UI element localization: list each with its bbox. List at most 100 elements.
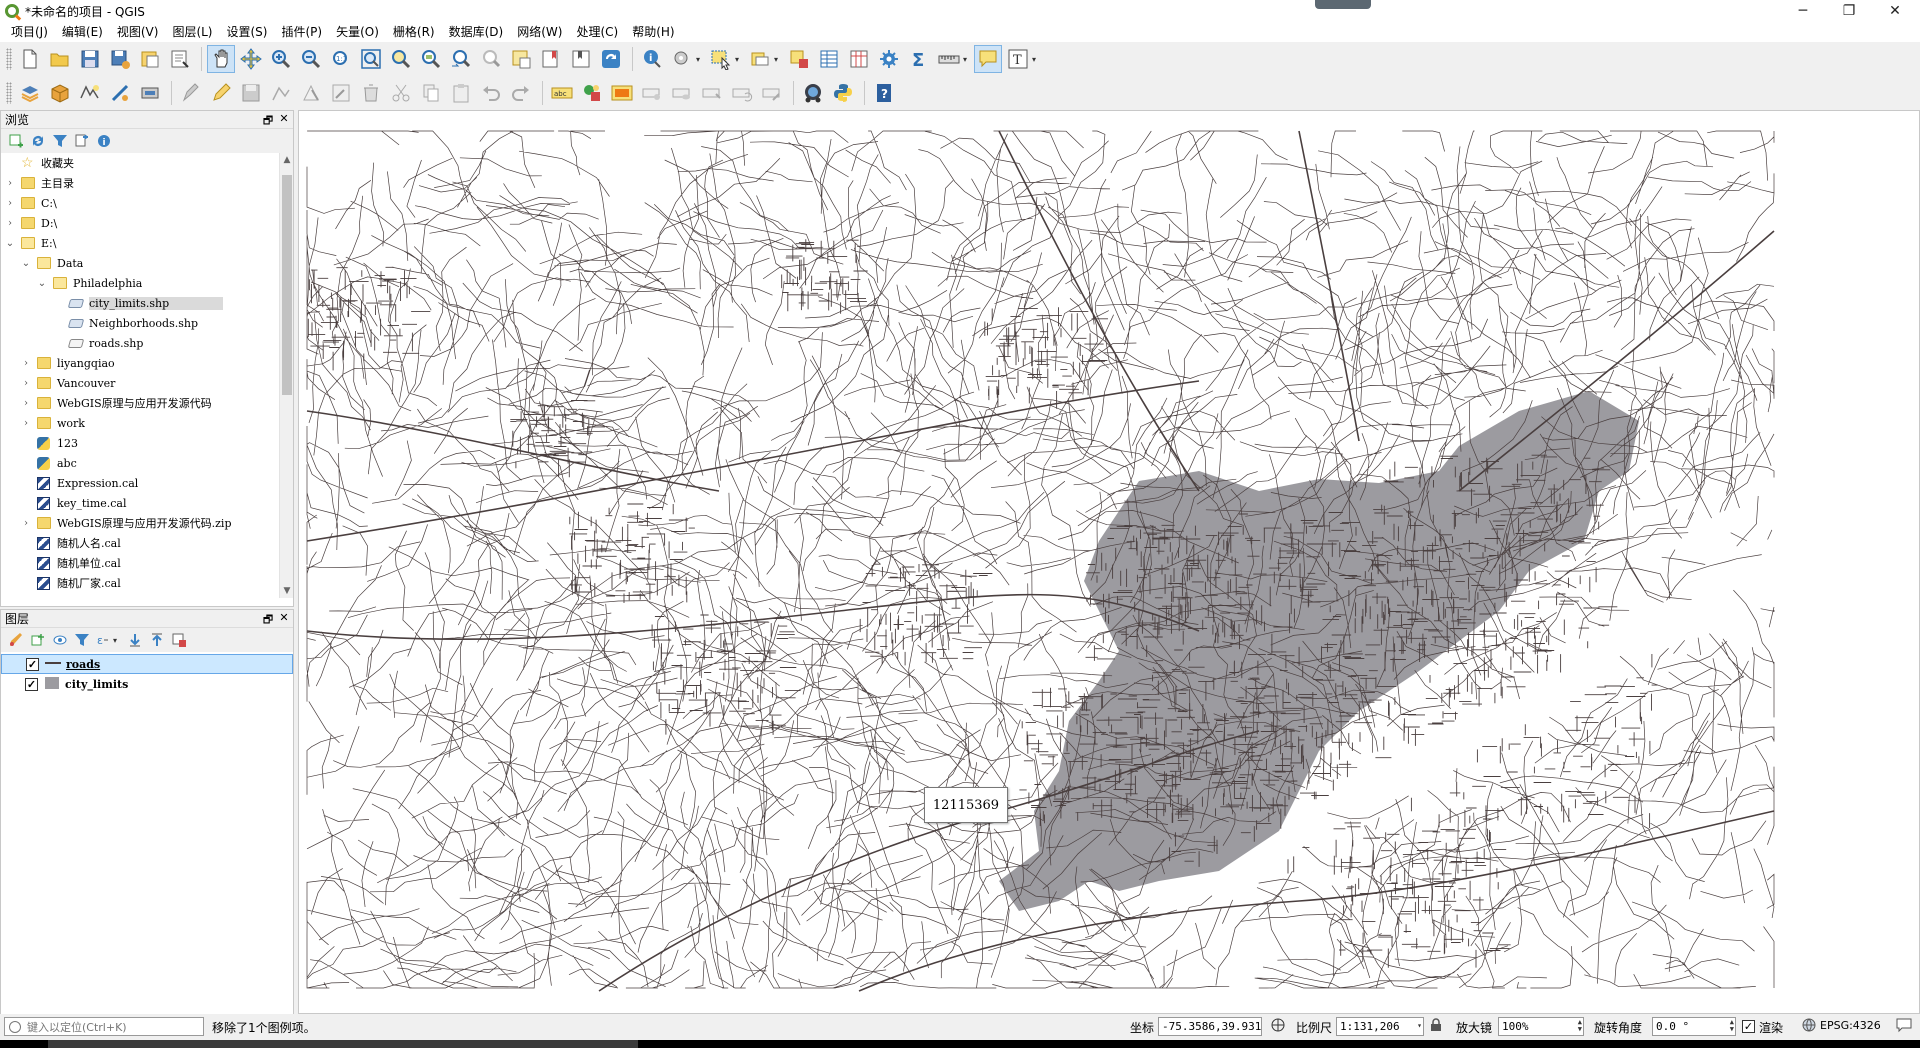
tree-item[interactable]: 随机厂家.cal (1, 573, 279, 593)
rotation-spinbox[interactable]: 0.0 ° ▲ ▼ (1652, 1017, 1736, 1036)
text-annotation-icon[interactable]: T (1004, 45, 1032, 73)
magnifier-spinbox[interactable]: 100% ▲ ▼ (1498, 1017, 1584, 1036)
menu-vector[interactable]: 矢量(O) (329, 22, 386, 42)
remove-layer-icon[interactable] (168, 630, 190, 650)
select-by-value-icon[interactable] (746, 45, 774, 73)
panel-close-icon[interactable]: ✕ (277, 611, 291, 624)
new-shapefile-icon[interactable] (76, 79, 104, 107)
layout-manager-icon[interactable] (166, 45, 194, 73)
zoom-native-icon[interactable]: 1:1 (327, 45, 355, 73)
pan-map-icon[interactable] (207, 45, 235, 73)
layer-visibility-checkbox[interactable]: ✓ (26, 657, 39, 671)
add-selected-layers-icon[interactable] (5, 131, 27, 151)
data-source-manager-icon[interactable] (16, 79, 44, 107)
new-project-icon[interactable] (16, 45, 44, 73)
tree-item[interactable]: abc (1, 453, 279, 473)
help-contents-icon[interactable]: ? (870, 79, 898, 107)
georeferencer-icon[interactable] (799, 79, 827, 107)
show-hide-labels-icon[interactable] (668, 79, 696, 107)
manage-visibility-icon[interactable] (49, 630, 71, 650)
chevron-right-icon[interactable]: › (5, 218, 15, 229)
show-bookmarks-icon[interactable] (567, 45, 595, 73)
filter-by-expression-icon[interactable]: ε (93, 630, 115, 650)
highlight-pinned-labels-icon[interactable] (608, 79, 636, 107)
chevron-right-icon[interactable]: › (21, 418, 31, 429)
run-feature-action-icon[interactable] (668, 45, 696, 73)
attribute-table-icon[interactable] (815, 45, 843, 73)
chevron-down-icon[interactable]: ⌄ (37, 278, 47, 289)
pan-to-selection-icon[interactable] (237, 45, 265, 73)
statistical-summary-icon[interactable]: Σ (905, 45, 933, 73)
browser-scrollbar[interactable]: ▲ ▼ (279, 153, 293, 598)
menu-raster[interactable]: 栅格(R) (386, 22, 442, 42)
zoom-in-icon[interactable] (267, 45, 295, 73)
layer-row-city-limits[interactable]: ✓ city_limits (1, 674, 293, 694)
undo-icon[interactable] (477, 79, 505, 107)
menu-project[interactable]: 项目(J) (4, 22, 55, 42)
tree-item[interactable]: roads.shp (1, 333, 279, 353)
identify-features-icon[interactable]: i (638, 45, 666, 73)
coordinate-field[interactable]: -75.3586,39.9318 (1158, 1017, 1262, 1036)
filter-browser-icon[interactable] (49, 131, 71, 151)
zoom-last-icon[interactable] (447, 45, 475, 73)
dropdown-arrow-icon[interactable]: ▾ (963, 55, 971, 64)
chevron-right-icon[interactable]: › (5, 178, 15, 189)
refresh-icon[interactable] (597, 45, 625, 73)
menu-edit[interactable]: 编辑(E) (55, 22, 110, 42)
tree-item[interactable]: 123 (1, 433, 279, 453)
tree-item[interactable]: Neighborhoods.shp (1, 313, 279, 333)
modify-attributes-icon[interactable] (327, 79, 355, 107)
panel-float-icon[interactable]: 🗗 (261, 112, 275, 131)
open-project-icon[interactable] (46, 45, 74, 73)
new-geopackage-icon[interactable] (46, 79, 74, 107)
layer-visibility-checkbox[interactable]: ✓ (25, 677, 38, 691)
menu-help[interactable]: 帮助(H) (625, 22, 681, 42)
layers-tree[interactable]: ✓ roads ✓ city_limits (1, 652, 293, 1048)
panel-float-icon[interactable]: 🗗 (261, 611, 275, 630)
dropdown-arrow-icon[interactable]: ▾ (735, 55, 743, 64)
panel-close-icon[interactable]: ✕ (277, 112, 291, 125)
chevron-right-icon[interactable]: › (21, 518, 31, 529)
toolbar-grip[interactable] (6, 82, 12, 104)
tree-item[interactable]: city_limits.shp (1, 293, 279, 313)
new-virtual-layer-icon[interactable] (136, 79, 164, 107)
tree-item[interactable]: 随机人名.cal (1, 533, 279, 553)
map-tips-icon[interactable] (974, 45, 1002, 73)
scroll-down-icon[interactable]: ▼ (280, 584, 293, 598)
menu-database[interactable]: 数据库(D) (442, 22, 511, 42)
new-print-layout-icon[interactable] (136, 45, 164, 73)
properties-info-icon[interactable]: i (93, 131, 115, 151)
filter-legend-icon[interactable] (71, 630, 93, 650)
processing-toolbox-icon[interactable] (875, 45, 903, 73)
save-as-icon[interactable] (106, 45, 134, 73)
zoom-out-icon[interactable] (297, 45, 325, 73)
tree-item[interactable]: › liyangqiao (1, 353, 279, 373)
move-label-icon[interactable] (698, 79, 726, 107)
chevron-right-icon[interactable]: › (5, 198, 15, 209)
tree-item[interactable]: › WebGIS原理与应用开发源代码 (1, 393, 279, 413)
map-render[interactable] (299, 111, 1919, 1013)
vertex-tool-icon[interactable] (297, 79, 325, 107)
minimize-button[interactable]: ─ (1780, 0, 1826, 22)
current-edits-icon[interactable] (177, 79, 205, 107)
paste-features-icon[interactable] (447, 79, 475, 107)
browser-tree[interactable]: ☆ 收藏夹 › 主目录 › C:\ › D:\ ⌄ E:\ ⌄ Data ⌄ Philadelphia ci… (1, 153, 293, 598)
save-project-icon[interactable] (76, 45, 104, 73)
scale-combobox[interactable]: 1:131,206 ▾ (1336, 1017, 1424, 1036)
diagram-options-icon[interactable] (578, 79, 606, 107)
redo-icon[interactable] (507, 79, 535, 107)
menu-layer[interactable]: 图层(L) (165, 22, 219, 42)
menu-view[interactable]: 视图(V) (110, 22, 166, 42)
pin-labels-icon[interactable] (638, 79, 666, 107)
menu-processing[interactable]: 处理(C) (569, 22, 625, 42)
delete-selected-icon[interactable] (357, 79, 385, 107)
zoom-to-layer-icon[interactable] (417, 45, 445, 73)
chevron-right-icon[interactable]: › (21, 358, 31, 369)
copy-features-icon[interactable] (417, 79, 445, 107)
tree-item[interactable]: ☆ 收藏夹 (1, 153, 279, 173)
layer-styling-icon[interactable] (5, 630, 27, 650)
crs-status[interactable]: EPSG:4326 (1820, 1019, 1881, 1032)
tree-item[interactable]: 随机单位.cal (1, 553, 279, 573)
map-canvas[interactable]: 12115369 (298, 110, 1920, 1014)
new-map-view-icon[interactable] (507, 45, 535, 73)
